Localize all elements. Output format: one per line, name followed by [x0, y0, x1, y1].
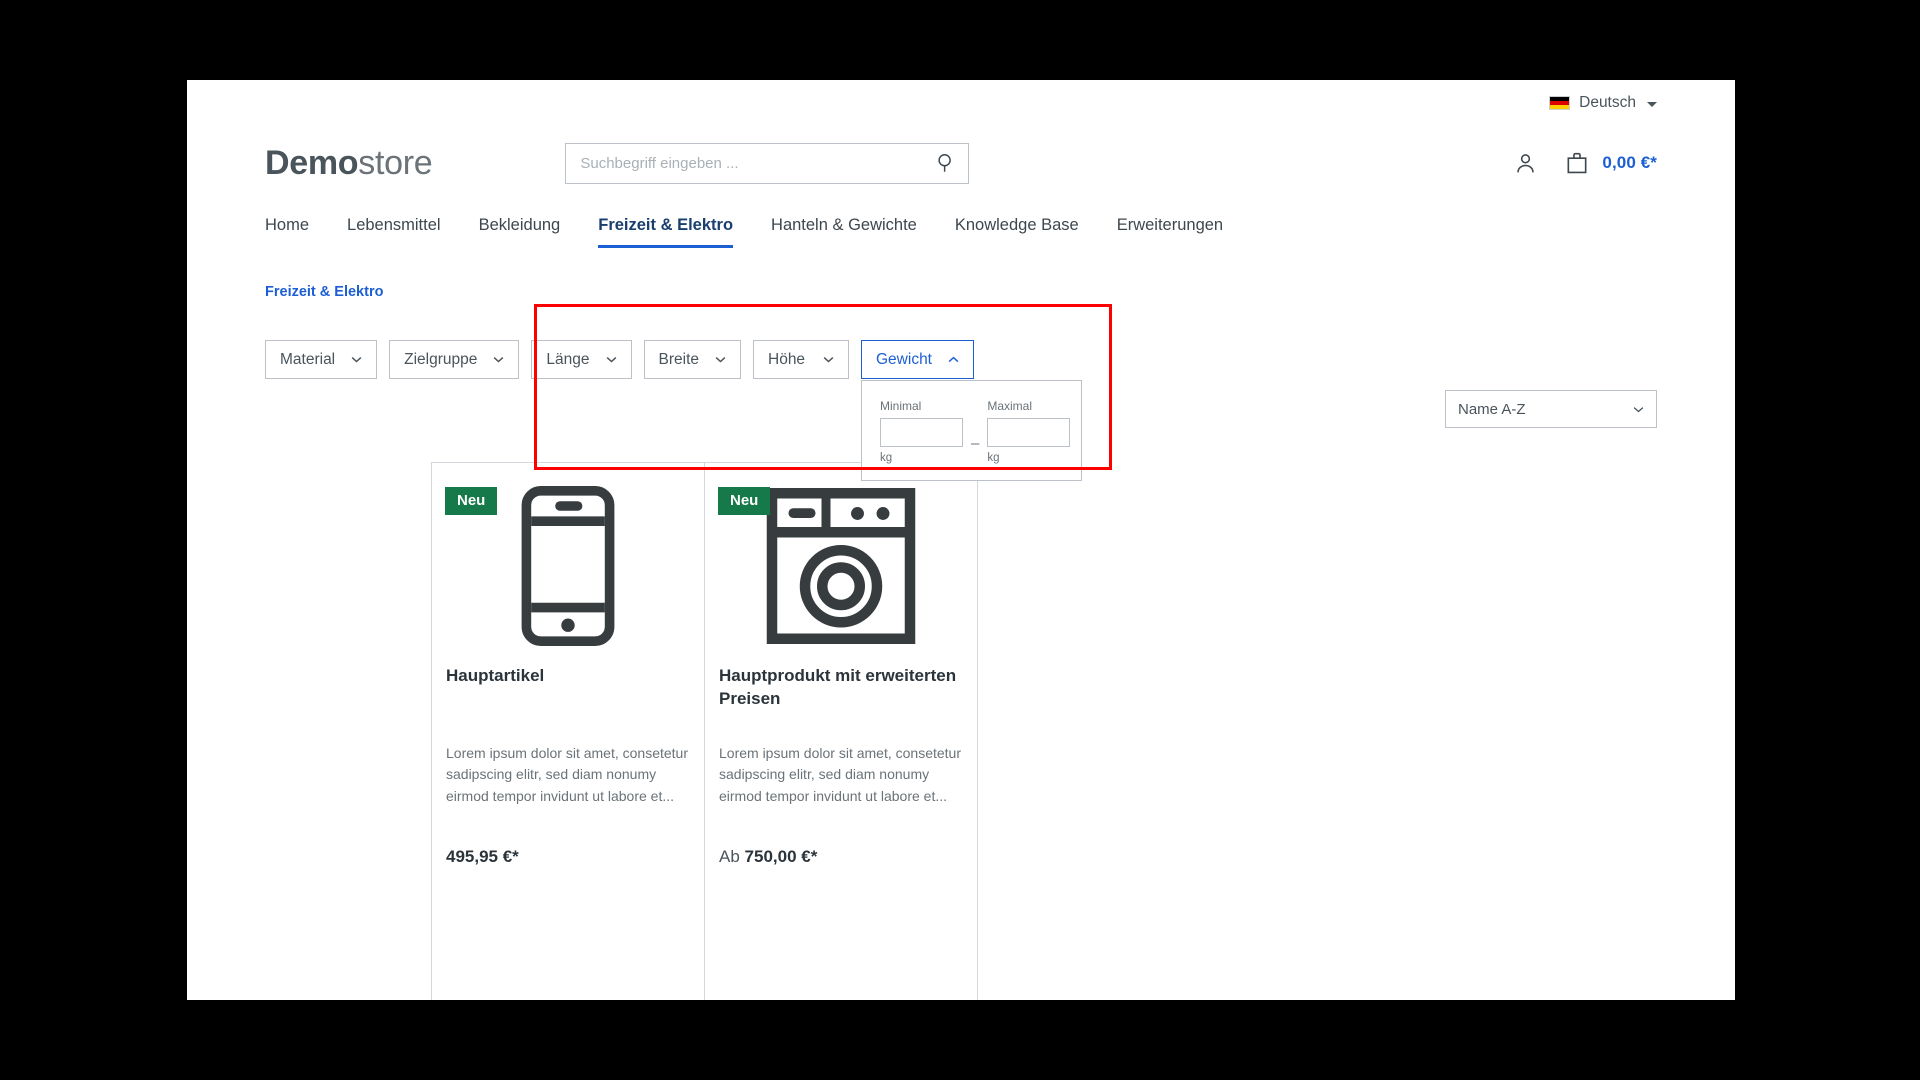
nav-item-bekleidung[interactable]: Bekleidung [479, 216, 561, 248]
filter-label-breite: Breite [658, 350, 700, 368]
product-body: Hauptprodukt mit erweiterten Preisen Lor… [705, 655, 977, 867]
language-label: Deutsch [1579, 94, 1636, 111]
logo-light-part: store [358, 143, 433, 182]
price-value: 495,95 €* [446, 847, 519, 866]
product-description: Lorem ipsum dolor sit amet, consetetur s… [719, 745, 961, 804]
product-title[interactable]: Hauptprodukt mit erweiterten Preisen [719, 665, 963, 743]
filter-group-hoehe: Höhe [753, 340, 849, 379]
search-container [565, 142, 970, 184]
sort-selected-value: Name A-Z [1458, 400, 1526, 418]
filter-label-laenge: Länge [546, 350, 590, 368]
filter-button-material[interactable]: Material [265, 340, 378, 379]
filter-button-laenge[interactable]: Länge [531, 340, 632, 379]
product-grid: Neu Hauptartikel Lorem ipsum dolor sit a… [431, 462, 978, 1000]
range-separator: – [971, 435, 980, 452]
nav-item-home[interactable]: Home [265, 216, 309, 248]
chevron-down-icon [351, 357, 362, 363]
product-price: 495,95 €* [446, 827, 690, 867]
filter-group-laenge: Länge [531, 340, 632, 379]
filter-group-zielgruppe: Zielgruppe [389, 340, 520, 379]
shopping-bag-icon [1567, 152, 1587, 174]
chevron-down-icon [606, 357, 616, 363]
nav-item-erweiterungen[interactable]: Erweiterungen [1117, 216, 1223, 248]
logo-bold-part: Demo [265, 143, 359, 182]
site-header: Demostore Suchbegriff eingeben ... 0,00 … [187, 126, 1735, 200]
sorting-container: Name A-Z [1445, 390, 1657, 428]
weight-min-field: Minimal kg [880, 399, 963, 464]
weight-min-label: Minimal [880, 399, 922, 413]
language-selector[interactable]: Deutsch [1549, 94, 1657, 112]
header-actions: 0,00 €* [1513, 150, 1657, 176]
top-bar: Deutsch [187, 80, 1735, 126]
washing-machine-icon [766, 488, 916, 644]
filter-label-gewicht: Gewicht [876, 350, 932, 368]
user-icon [1517, 153, 1535, 172]
nav-item-hanteln-gewichte[interactable]: Hanteln & Gewichte [771, 216, 917, 248]
status-badge: Neu [718, 487, 771, 515]
status-badge: Neu [445, 487, 498, 515]
product-card[interactable]: Neu Hauptartikel Lorem ipsum dolor sit a… [431, 463, 705, 1000]
browser-viewport: Deutsch Demostore Suchbegriff eingeben .… [187, 80, 1735, 1000]
nav-item-freizeit-elektro[interactable]: Freizeit & Elektro [598, 216, 734, 248]
cart-total: 0,00 €* [1602, 153, 1657, 172]
price-value: 750,00 €* [744, 847, 818, 866]
cart-button[interactable]: 0,00 €* [1564, 150, 1657, 176]
product-card[interactable]: Neu Hauptprodukt mit erweiterten Preisen… [704, 463, 978, 1000]
nav-item-knowledge-base[interactable]: Knowledge Base [955, 216, 1079, 248]
filter-button-breite[interactable]: Breite [643, 340, 741, 379]
german-flag-icon [1549, 96, 1571, 110]
search-input[interactable] [565, 142, 970, 184]
filter-label-hoehe: Höhe [768, 350, 806, 368]
filter-button-gewicht[interactable]: Gewicht [861, 340, 974, 379]
smartphone-icon [521, 486, 615, 646]
weight-max-label: Maximal [987, 399, 1033, 413]
weight-range-row: Minimal kg – Maximal kg [880, 399, 1071, 464]
main-navigation: Home Lebensmittel Bekleidung Freizeit & … [187, 200, 1735, 248]
chevron-down-icon [1633, 406, 1644, 412]
product-body: Hauptartikel Lorem ipsum dolor sit amet,… [432, 655, 704, 867]
weight-max-field: Maximal kg [987, 399, 1071, 464]
chevron-down-icon [1647, 101, 1657, 107]
chevron-up-icon [948, 356, 959, 363]
chevron-down-icon [823, 357, 834, 363]
account-button[interactable] [1513, 151, 1538, 176]
weight-filter-dropdown: Minimal kg – Maximal kg [861, 380, 1082, 481]
filter-button-row: Material Zielgruppe Länge Breite Höhe Ge… [265, 340, 1657, 481]
filter-label-material: Material [280, 350, 336, 368]
search-icon [938, 154, 952, 172]
filter-button-zielgruppe[interactable]: Zielgruppe [389, 340, 520, 379]
filter-label-zielgruppe: Zielgruppe [404, 350, 478, 368]
nav-item-lebensmittel[interactable]: Lebensmittel [347, 216, 441, 248]
weight-max-unit: kg [987, 452, 1000, 464]
filter-group-gewicht: Gewicht Minimal kg – Maximal kg [861, 340, 1082, 481]
filter-button-hoehe[interactable]: Höhe [753, 340, 849, 379]
breadcrumb[interactable]: Freizeit & Elektro [187, 248, 1735, 300]
site-logo[interactable]: Demostore [265, 143, 433, 183]
weight-min-unit: kg [880, 452, 893, 464]
price-prefix: Ab [719, 847, 745, 866]
product-title[interactable]: Hauptartikel [446, 665, 690, 743]
product-price: Ab 750,00 €* [719, 827, 963, 867]
filter-group-breite: Breite [643, 340, 741, 379]
search-button[interactable] [932, 149, 960, 177]
filter-group-material: Material [265, 340, 378, 379]
weight-min-input[interactable] [880, 418, 963, 447]
weight-max-input[interactable] [987, 418, 1071, 447]
chevron-down-icon [715, 357, 726, 363]
chevron-down-icon [494, 357, 504, 363]
product-description: Lorem ipsum dolor sit amet, consetetur s… [446, 745, 688, 804]
sort-select[interactable]: Name A-Z [1445, 390, 1657, 428]
